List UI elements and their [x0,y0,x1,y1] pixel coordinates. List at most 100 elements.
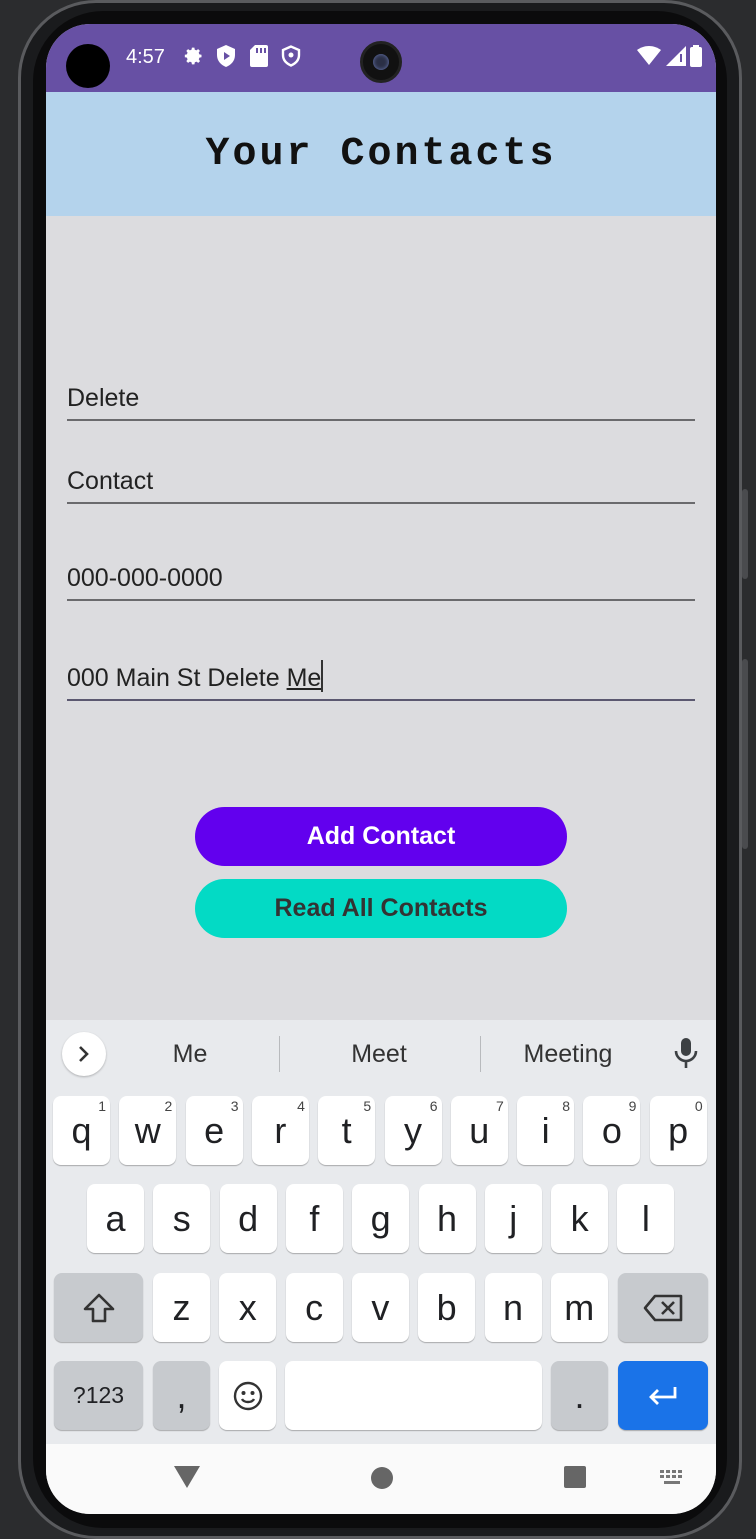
status-bar: 4:57 [46,24,716,92]
key-h[interactable]: h [418,1184,476,1253]
back-icon[interactable] [174,1466,200,1488]
key-q-hint: 1 [98,1098,106,1114]
key-a-label: a [105,1197,126,1239]
suggestion-divider [480,1036,481,1072]
key-f-label: f [309,1197,320,1239]
read-all-contacts-button[interactable]: Read All Contacts [195,879,567,938]
suggestion-2[interactable]: Meet [299,1040,459,1069]
backspace-key[interactable] [618,1273,708,1342]
recents-icon[interactable] [564,1466,586,1488]
key-k[interactable]: k [551,1184,609,1253]
key-j[interactable]: j [484,1184,542,1253]
key-x-label: x [238,1286,257,1328]
key-e-hint: 3 [230,1098,239,1114]
emoji-key[interactable] [219,1361,276,1430]
first-name-field[interactable]: Delete [67,384,695,421]
key-r-hint: 4 [297,1098,305,1114]
key-f[interactable]: f [285,1184,343,1253]
wifi-icon [636,44,662,68]
enter-icon [649,1386,677,1405]
key-i-hint: 8 [562,1098,571,1114]
signal-icon [664,44,688,68]
volume-button [742,489,748,579]
key-y-label: y [404,1109,422,1151]
key-v-label: v [371,1286,390,1328]
shift-icon [83,1293,114,1322]
key-w-hint: 2 [164,1098,173,1114]
suggestion-3[interactable]: Meeting [488,1040,648,1069]
camera-cutout [66,44,110,88]
home-icon[interactable] [370,1466,394,1490]
key-w[interactable]: w2 [119,1096,177,1165]
shift-key[interactable] [54,1273,143,1342]
key-b[interactable]: b [418,1273,476,1342]
key-n-label: n [502,1286,524,1328]
key-j-label: j [509,1197,518,1239]
suggestion-strip: Me Meet Meeting [46,1020,716,1088]
key-u-label: u [469,1109,490,1151]
key-g-label: g [370,1197,391,1239]
key-i-label: i [541,1109,550,1151]
period-key-label: . [574,1374,585,1416]
key-y[interactable]: y6 [384,1096,442,1165]
key-n[interactable]: n [484,1273,542,1342]
key-t-label: t [341,1109,352,1151]
key-b-label: b [436,1286,457,1328]
last-name-field[interactable]: Contact [67,467,695,504]
backspace-icon [643,1294,683,1321]
navigation-bar [46,1444,716,1514]
key-i[interactable]: i8 [517,1096,575,1165]
key-z[interactable]: z [153,1273,210,1342]
battery-icon [688,44,704,68]
phone-field[interactable]: 000-000-0000 [67,564,695,601]
key-d[interactable]: d [219,1184,277,1253]
key-s[interactable]: s [153,1184,211,1253]
key-g[interactable]: g [352,1184,410,1253]
suggestion-1[interactable]: Me [110,1040,270,1069]
key-x[interactable]: x [219,1273,277,1342]
period-key[interactable]: . [551,1361,608,1430]
key-s-label: s [172,1197,191,1239]
settings-icon [182,44,206,68]
enter-key[interactable] [618,1361,708,1430]
comma-key-label: , [176,1374,187,1416]
shield-icon [279,44,303,68]
key-z-label: z [172,1286,191,1328]
sd-card-icon [247,44,271,68]
suggestion-divider [279,1036,280,1072]
key-u[interactable]: u7 [450,1096,508,1165]
key-h-label: h [436,1197,458,1239]
key-v[interactable]: v [351,1273,409,1342]
first-name-value: Delete [67,384,140,412]
comma-key[interactable]: , [153,1361,210,1430]
key-t[interactable]: t5 [318,1096,376,1165]
symbols-key[interactable]: ?123 [54,1361,143,1430]
address-composing-text: Me [286,664,322,692]
key-o[interactable]: o9 [583,1096,641,1165]
key-l[interactable]: l [617,1184,675,1253]
chevron-right-icon [79,1046,89,1062]
play-protect-icon [214,44,238,68]
microphone-icon[interactable] [672,1036,700,1072]
key-l-label: l [641,1197,650,1239]
add-contact-button[interactable]: Add Contact [195,807,567,866]
key-u-hint: 7 [496,1098,504,1114]
front-camera [360,41,402,83]
key-p[interactable]: p0 [649,1096,707,1165]
symbols-key-label: ?123 [72,1382,125,1408]
key-e[interactable]: e3 [185,1096,243,1165]
key-o-hint: 9 [628,1098,637,1114]
key-p-label: p [668,1109,689,1151]
key-m[interactable]: m [550,1273,608,1342]
space-key[interactable] [285,1361,542,1430]
key-k-label: k [570,1197,589,1239]
keyboard-switch-icon[interactable] [660,1470,686,1486]
key-q[interactable]: q1 [53,1096,110,1165]
key-p-hint: 0 [694,1098,703,1114]
address-field[interactable]: 000 Main St Delete Me [67,660,695,701]
key-a[interactable]: a [87,1184,144,1253]
expand-toolbar-button[interactable] [62,1032,106,1076]
key-c[interactable]: c [285,1273,343,1342]
page-title: Your Contacts [205,131,557,177]
key-r[interactable]: r4 [251,1096,309,1165]
